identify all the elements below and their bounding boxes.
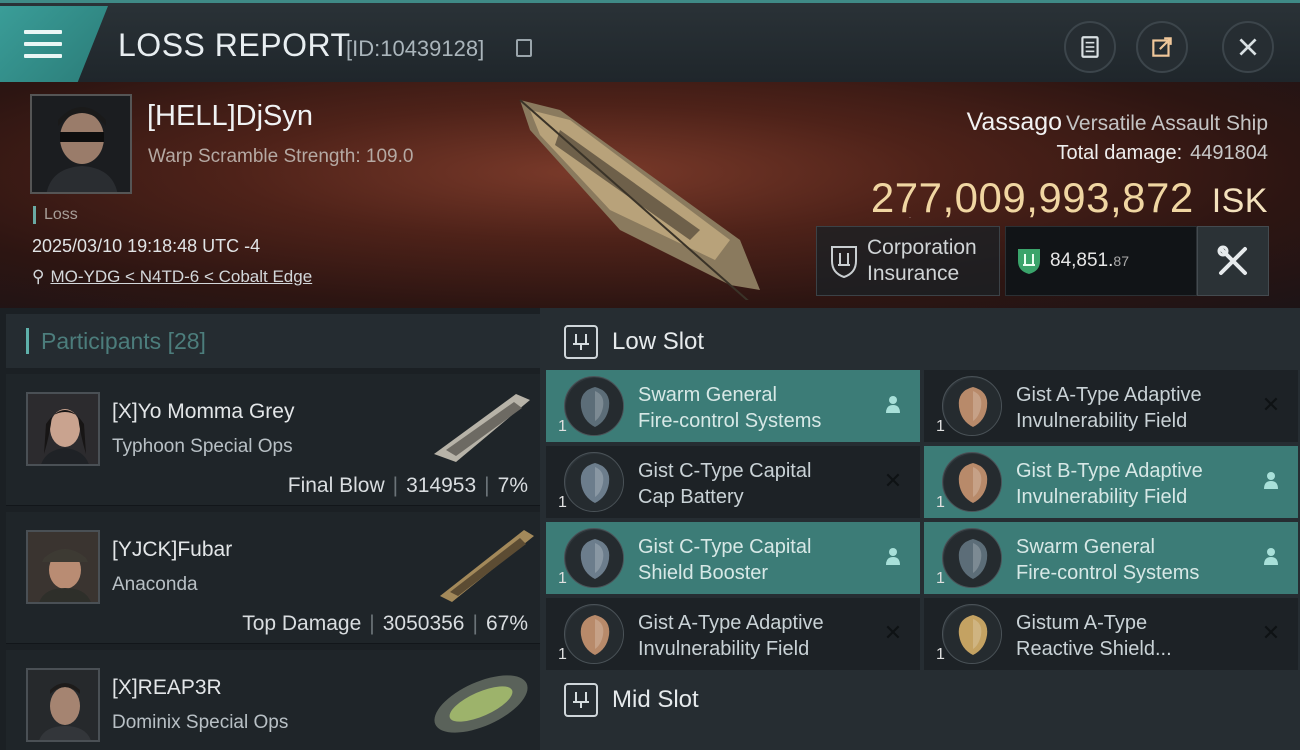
participant-ship-image	[440, 530, 534, 602]
module-icon	[942, 528, 1002, 588]
location-link[interactable]: MO-YDG < N4TD-6 < Cobalt Edge	[50, 267, 312, 286]
module-quantity: 1	[558, 570, 567, 587]
participant-row[interactable]: [X]REAP3R Dominix Special Ops	[6, 650, 540, 750]
module-slot[interactable]: 1 Gist C-Type Capital Shield Booster	[546, 522, 920, 594]
warp-scramble-strength: Warp Scramble Strength: 109.0	[148, 146, 414, 167]
victim-name[interactable]: [HELL]DjSyn	[147, 100, 313, 133]
module-quantity: 1	[558, 646, 567, 663]
module-quantity: 1	[558, 418, 567, 435]
participant-stats: Top Damage | 3050356 | 67%	[242, 612, 528, 635]
participant-name: [X]REAP3R	[112, 676, 222, 699]
report-id: [ID:10439128]	[346, 36, 485, 61]
dropped-user-icon	[882, 546, 904, 568]
module-name: Gist B-Type Adaptive Invulnerability Fiel…	[1016, 460, 1203, 508]
loss-datetime: 2025/03/10 19:18:48 UTC -4	[32, 236, 261, 256]
insurance-badge-icon	[1018, 249, 1040, 274]
participant-row[interactable]: [YJCK]Fubar Anaconda Top Damage | 3050356 |…	[6, 512, 540, 644]
participant-avatar	[26, 530, 100, 604]
header-bar: LOSS REPORT [ID:10439128]	[0, 0, 1300, 82]
fitting-button[interactable]	[1197, 226, 1269, 296]
module-icon	[942, 604, 1002, 664]
page-title: LOSS REPORT	[118, 27, 351, 63]
copy-icon[interactable]	[516, 39, 532, 57]
module-name: Gist A-Type Adaptive Invulnerability Fiel…	[1016, 384, 1202, 432]
clipboard-icon	[1081, 36, 1099, 58]
module-slot[interactable]: 1 Swarm General Fire-control Systems	[924, 522, 1298, 594]
participant-ship-image	[434, 675, 528, 733]
victim-avatar[interactable]	[30, 94, 132, 194]
close-button[interactable]	[1222, 21, 1274, 73]
destroyed-x-icon: ✕	[1261, 392, 1281, 417]
loss-status: Loss	[33, 206, 78, 224]
participants-panel: Participants [28] [X]Yo Momma Grey Typho…	[0, 308, 540, 750]
loss-location[interactable]: ⚲ MO-YDG < N4TD-6 < Cobalt Edge	[32, 267, 312, 287]
victim-ship-image	[519, 99, 760, 300]
participant-stats: Final Blow | 314953 | 7%	[287, 474, 528, 497]
module-icon	[564, 604, 624, 664]
participants-count: [28]	[167, 327, 206, 354]
module-icon	[564, 528, 624, 588]
low-slot-icon	[564, 325, 598, 359]
module-quantity: 1	[936, 418, 945, 435]
tools-icon	[1217, 245, 1247, 275]
participant-avatar	[26, 392, 100, 466]
dropped-user-icon	[882, 394, 904, 416]
module-slot[interactable]: 1 Swarm General Fire-control Systems	[546, 370, 920, 442]
module-slot[interactable]: 1 Gist C-Type Capital Cap Battery ✕	[546, 446, 920, 518]
insurance-value: 84,851. 87	[1005, 226, 1197, 296]
module-slot[interactable]: 1 Gist A-Type Adaptive Invulnerability Fie…	[924, 370, 1298, 442]
isk-value: 277,009,993,872 ISK	[870, 174, 1268, 221]
participants-header[interactable]: Participants [28]	[6, 314, 540, 368]
dropped-user-icon	[1260, 546, 1282, 568]
module-icon	[942, 376, 1002, 436]
menu-icon	[24, 30, 62, 60]
mid-slot-icon	[564, 683, 598, 717]
ship-name[interactable]: Vassago Versatile Assault Ship	[967, 108, 1268, 137]
location-pin-icon: ⚲	[32, 267, 45, 286]
participant-row[interactable]: [X]Yo Momma Grey Typhoon Special Ops Fin…	[6, 374, 540, 506]
menu-button[interactable]	[0, 6, 108, 82]
module-icon	[942, 452, 1002, 512]
participant-name: [YJCK]Fubar	[112, 538, 233, 561]
insurance-shield-icon	[831, 246, 857, 279]
module-name: Gist C-Type Capital Shield Booster	[638, 536, 812, 584]
module-quantity: 1	[558, 494, 567, 511]
corporation-insurance[interactable]: Corporation Insurance	[816, 226, 1000, 296]
destroyed-x-icon: ✕	[883, 620, 903, 645]
participant-name: [X]Yo Momma Grey	[112, 400, 295, 423]
module-quantity: 1	[936, 646, 945, 663]
participant-avatar	[26, 668, 100, 742]
module-name: Swarm General Fire-control Systems	[1016, 536, 1200, 584]
mid-slot-header: Mid Slot	[546, 672, 1300, 728]
destroyed-x-icon: ✕	[1261, 620, 1281, 645]
module-icon	[564, 452, 624, 512]
module-name: Swarm General Fire-control Systems	[638, 384, 822, 432]
participant-ship: Anaconda	[112, 574, 198, 595]
destroyed-x-icon: ✕	[883, 468, 903, 493]
module-quantity: 1	[936, 494, 945, 511]
share-button[interactable]	[1136, 21, 1188, 73]
low-slot-header: Low Slot	[546, 314, 1300, 370]
module-icon	[564, 376, 624, 436]
module-slot[interactable]: 1 Gistum A-Type Reactive Shield... ✕	[924, 598, 1298, 670]
close-icon	[1239, 38, 1257, 56]
module-quantity: 1	[936, 570, 945, 587]
module-slot[interactable]: 1 Gist B-Type Adaptive Invulnerability Fie…	[924, 446, 1298, 518]
clipboard-button[interactable]	[1064, 21, 1116, 73]
ship-class: Versatile Assault Ship	[1066, 112, 1268, 135]
fitting-panel: Low Slot 1 Swarm General Fire-control Syst…	[540, 308, 1300, 750]
module-name: Gist A-Type Adaptive Invulnerability Fiel…	[638, 612, 824, 660]
participant-ship-image	[434, 394, 530, 462]
module-slot[interactable]: 1 Gist A-Type Adaptive Invulnerability Fie…	[546, 598, 920, 670]
participant-ship: Typhoon Special Ops	[112, 436, 293, 457]
module-name: Gistum A-Type Reactive Shield...	[1016, 612, 1172, 660]
module-name: Gist C-Type Capital Cap Battery	[638, 460, 812, 508]
share-icon	[1152, 37, 1172, 57]
victim-panel: [HELL]DjSyn Warp Scramble Strength: 109.…	[0, 82, 1300, 308]
participant-ship: Dominix Special Ops	[112, 712, 289, 733]
dropped-user-icon	[1260, 470, 1282, 492]
total-damage: Total damage: 4491804	[1056, 142, 1268, 164]
